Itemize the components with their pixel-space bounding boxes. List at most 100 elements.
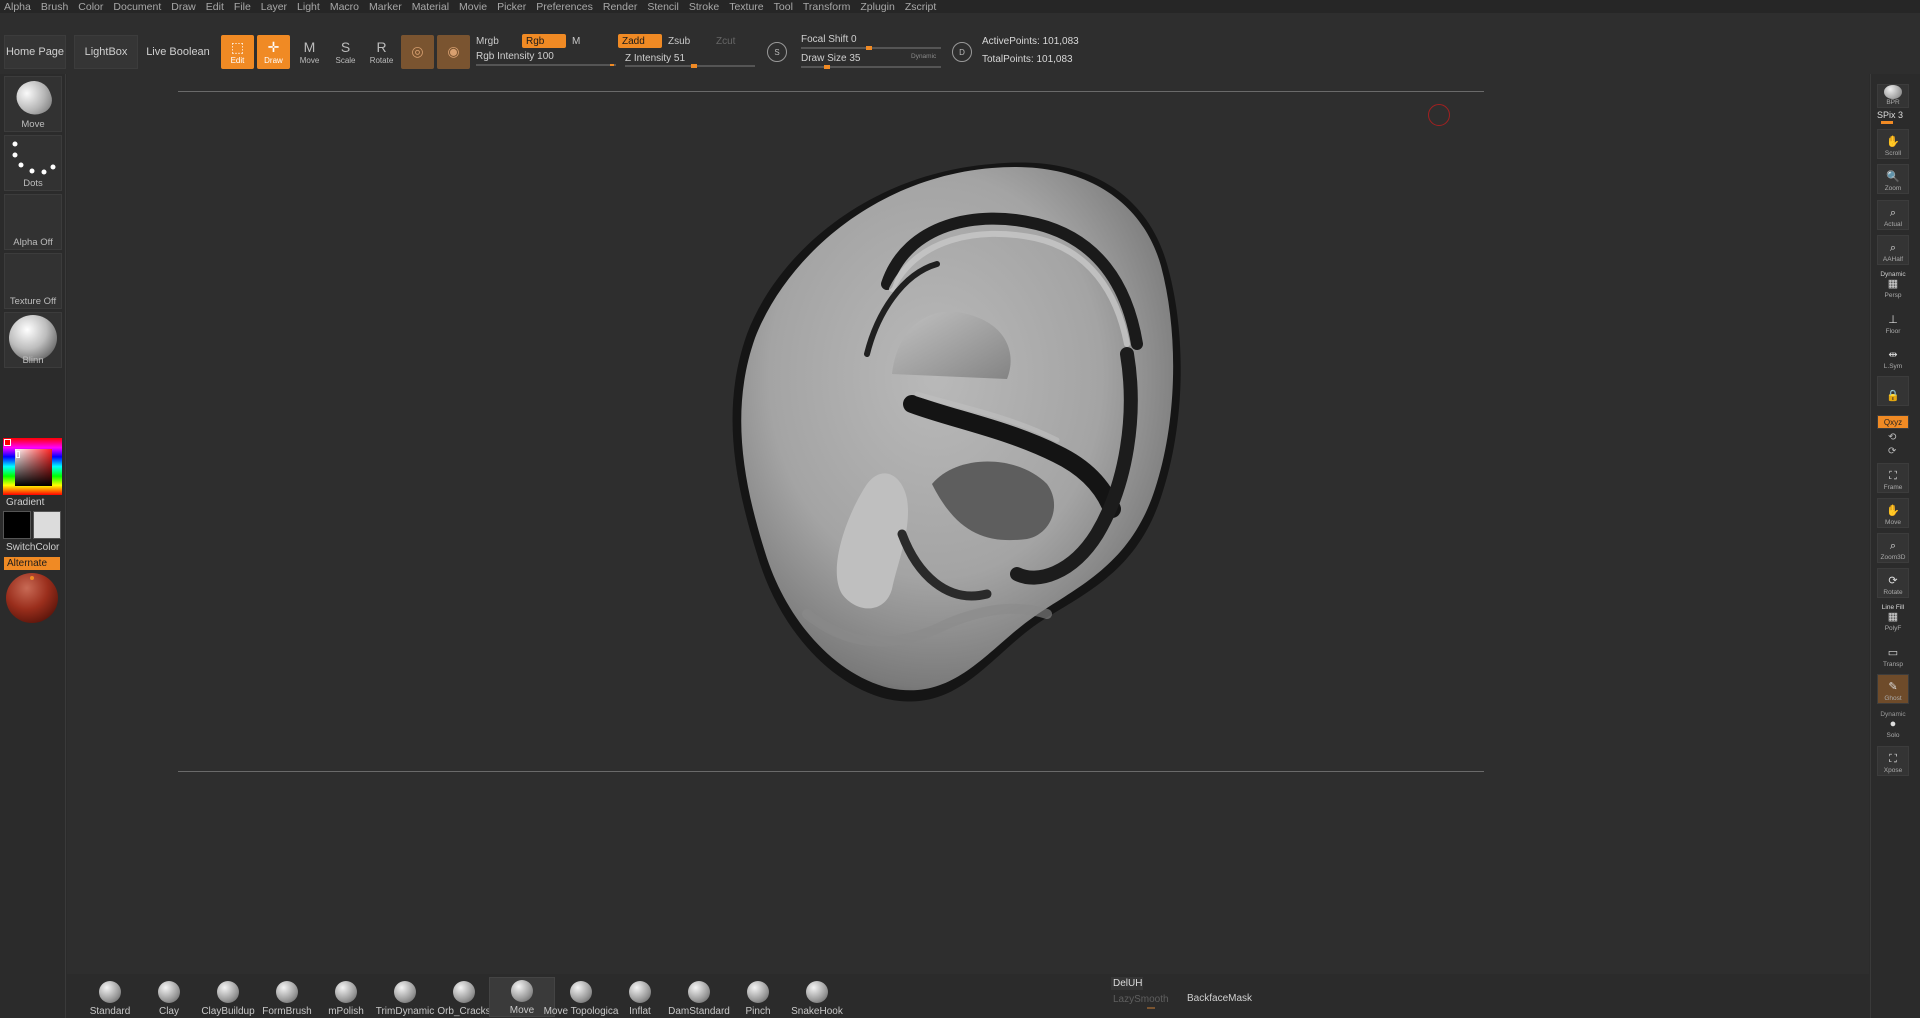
spix-setting[interactable]: SPix 3 bbox=[1877, 110, 1903, 120]
focal-shift-slider[interactable]: Focal Shift 0 bbox=[801, 34, 857, 45]
alternate-button[interactable]: Alternate bbox=[4, 557, 60, 570]
brush-claybuildup[interactable]: ClayBuildup bbox=[195, 977, 261, 1017]
menu-item-brush[interactable]: Brush bbox=[41, 1, 68, 13]
focal-shift-knob[interactable] bbox=[866, 46, 872, 50]
move-mode-button[interactable]: M Move bbox=[293, 35, 326, 69]
menu-item-preferences[interactable]: Preferences bbox=[536, 1, 593, 13]
rotate-mode-button[interactable]: R Rotate bbox=[365, 35, 398, 69]
transp-button[interactable]: ▭ Transp bbox=[1877, 639, 1909, 669]
brush-mpolish[interactable]: mPolish bbox=[313, 977, 379, 1017]
brush-formbrush[interactable]: FormBrush bbox=[254, 977, 320, 1017]
brush-inflat[interactable]: Inflat bbox=[607, 977, 673, 1017]
menu-item-material[interactable]: Material bbox=[412, 1, 449, 13]
z-intensity-track[interactable] bbox=[625, 65, 755, 67]
color-saturation-square[interactable] bbox=[15, 449, 52, 486]
menu-item-layer[interactable]: Layer bbox=[261, 1, 287, 13]
rgb-toggle[interactable]: Rgb bbox=[522, 34, 566, 48]
menu-item-marker[interactable]: Marker bbox=[369, 1, 402, 13]
menu-item-edit[interactable]: Edit bbox=[206, 1, 224, 13]
menu-item-light[interactable]: Light bbox=[297, 1, 320, 13]
brush-damstandard[interactable]: DamStandard bbox=[666, 977, 732, 1017]
zcut-toggle[interactable]: Zcut bbox=[712, 34, 752, 48]
edit-mode-button[interactable]: ⬚ Edit bbox=[221, 35, 254, 69]
home-page-button[interactable]: Home Page bbox=[4, 35, 66, 69]
texture-picker[interactable]: Texture Off bbox=[4, 253, 62, 309]
deluh-button[interactable]: DelUH bbox=[1111, 977, 1143, 990]
d-draw-icon[interactable]: D bbox=[952, 42, 972, 62]
color-picker[interactable] bbox=[3, 438, 62, 495]
secondary-color-swatch[interactable] bbox=[33, 511, 61, 539]
rgb-intensity-slider[interactable]: Rgb Intensity 100 bbox=[476, 51, 554, 62]
menu-item-stencil[interactable]: Stencil bbox=[647, 1, 679, 13]
brush-picker[interactable]: Move bbox=[4, 76, 62, 132]
polyf-button[interactable]: Line Fill ▦ PolyF bbox=[1877, 603, 1909, 633]
xpose-button[interactable]: ⛶ Xpose bbox=[1877, 746, 1909, 776]
menu-item-picker[interactable]: Picker bbox=[497, 1, 526, 13]
scroll-button[interactable]: ✋ Scroll bbox=[1877, 129, 1909, 159]
aahalf-button[interactable]: ⌕ AAHalf bbox=[1877, 235, 1909, 265]
ghost-button[interactable]: ✎ Ghost bbox=[1877, 674, 1909, 704]
menu-item-color[interactable]: Color bbox=[78, 1, 103, 13]
s-focal-icon[interactable]: S bbox=[767, 42, 787, 62]
brush-orb-cracks[interactable]: Orb_Cracks bbox=[431, 977, 497, 1017]
lazysmooth-knob[interactable] bbox=[1147, 1007, 1155, 1009]
move-view-button[interactable]: ✋ Move bbox=[1877, 498, 1909, 528]
z-intensity-knob[interactable] bbox=[691, 64, 698, 68]
backface-mask-toggle[interactable]: BackfaceMask bbox=[1187, 993, 1252, 1004]
document-canvas[interactable] bbox=[67, 74, 1869, 974]
material-picker[interactable]: Blinn bbox=[4, 312, 62, 368]
scale-mode-button[interactable]: S Scale bbox=[329, 35, 362, 69]
menu-item-macro[interactable]: Macro bbox=[330, 1, 359, 13]
menu-item-alpha[interactable]: Alpha bbox=[4, 1, 31, 13]
menu-item-file[interactable]: File bbox=[234, 1, 251, 13]
draw-size-knob[interactable] bbox=[824, 65, 830, 69]
menu-item-tool[interactable]: Tool bbox=[774, 1, 793, 13]
m-toggle[interactable]: M bbox=[568, 34, 598, 48]
sculpt-mode-button[interactable]: ◎ bbox=[401, 35, 434, 69]
mrgb-toggle[interactable]: Mrgb bbox=[472, 34, 512, 48]
actual-button[interactable]: ⌕ Actual bbox=[1877, 200, 1909, 230]
zsub-toggle[interactable]: Zsub bbox=[664, 34, 704, 48]
bpr-button[interactable]: BPR bbox=[1877, 84, 1909, 108]
gradient-toggle[interactable]: Gradient bbox=[6, 497, 44, 508]
lock-button[interactable]: 🔒 bbox=[1877, 376, 1909, 406]
lazysmooth-slider[interactable]: LazySmooth bbox=[1113, 994, 1169, 1005]
lsym-button[interactable]: ⇹ L.Sym bbox=[1877, 341, 1909, 371]
brush-clay[interactable]: Clay bbox=[136, 977, 202, 1017]
menu-item-zplugin[interactable]: Zplugin bbox=[860, 1, 894, 13]
live-boolean-button[interactable]: Live Boolean bbox=[146, 35, 210, 69]
primary-color-swatch[interactable] bbox=[3, 511, 31, 539]
rotate-view-button[interactable]: ⟳ Rotate bbox=[1877, 568, 1909, 598]
dynamic-toggle[interactable]: Dynamic bbox=[911, 53, 936, 60]
menu-item-texture[interactable]: Texture bbox=[729, 1, 763, 13]
zoom3d-button[interactable]: ⌕ Zoom3D bbox=[1877, 533, 1909, 563]
menu-item-stroke[interactable]: Stroke bbox=[689, 1, 719, 13]
brush-snakehook[interactable]: SnakeHook bbox=[784, 977, 850, 1017]
brush-pinch[interactable]: Pinch bbox=[725, 977, 791, 1017]
zadd-toggle[interactable]: Zadd bbox=[618, 34, 662, 48]
alpha-picker[interactable]: Alpha Off bbox=[4, 194, 62, 250]
floor-button[interactable]: ⊥ Floor bbox=[1877, 306, 1909, 336]
menu-item-draw[interactable]: Draw bbox=[171, 1, 196, 13]
persp-button[interactable]: Dynamic ▦ Persp bbox=[1877, 270, 1909, 300]
z-intensity-slider[interactable]: Z Intensity 51 bbox=[625, 53, 685, 64]
spix-slider[interactable] bbox=[1881, 121, 1893, 124]
rotate-y-icon[interactable]: ⟲ bbox=[1888, 432, 1896, 443]
brush-move-topologica[interactable]: Move Topologica bbox=[544, 977, 618, 1017]
draw-mode-button[interactable]: ✛ Draw bbox=[257, 35, 290, 69]
frame-button[interactable]: ⛶ Frame bbox=[1877, 463, 1909, 493]
qxyz-toggle[interactable]: Qxyz bbox=[1877, 415, 1909, 429]
rgb-intensity-track[interactable] bbox=[476, 64, 616, 66]
draw-size-track[interactable] bbox=[801, 66, 941, 68]
menu-item-document[interactable]: Document bbox=[113, 1, 161, 13]
zoom-button[interactable]: 🔍 Zoom bbox=[1877, 164, 1909, 194]
draw-size-slider[interactable]: Draw Size 35 bbox=[801, 53, 860, 64]
menu-item-transform[interactable]: Transform bbox=[803, 1, 850, 13]
menu-item-movie[interactable]: Movie bbox=[459, 1, 487, 13]
color-reset-icon[interactable] bbox=[4, 439, 11, 446]
brush-trimdynamic[interactable]: TrimDynamic bbox=[372, 977, 438, 1017]
menu-item-render[interactable]: Render bbox=[603, 1, 637, 13]
lightbox-button[interactable]: LightBox bbox=[74, 35, 138, 69]
brush-standard[interactable]: Standard bbox=[77, 977, 143, 1017]
sculpt-swirl-button[interactable]: ◉ bbox=[437, 35, 470, 69]
